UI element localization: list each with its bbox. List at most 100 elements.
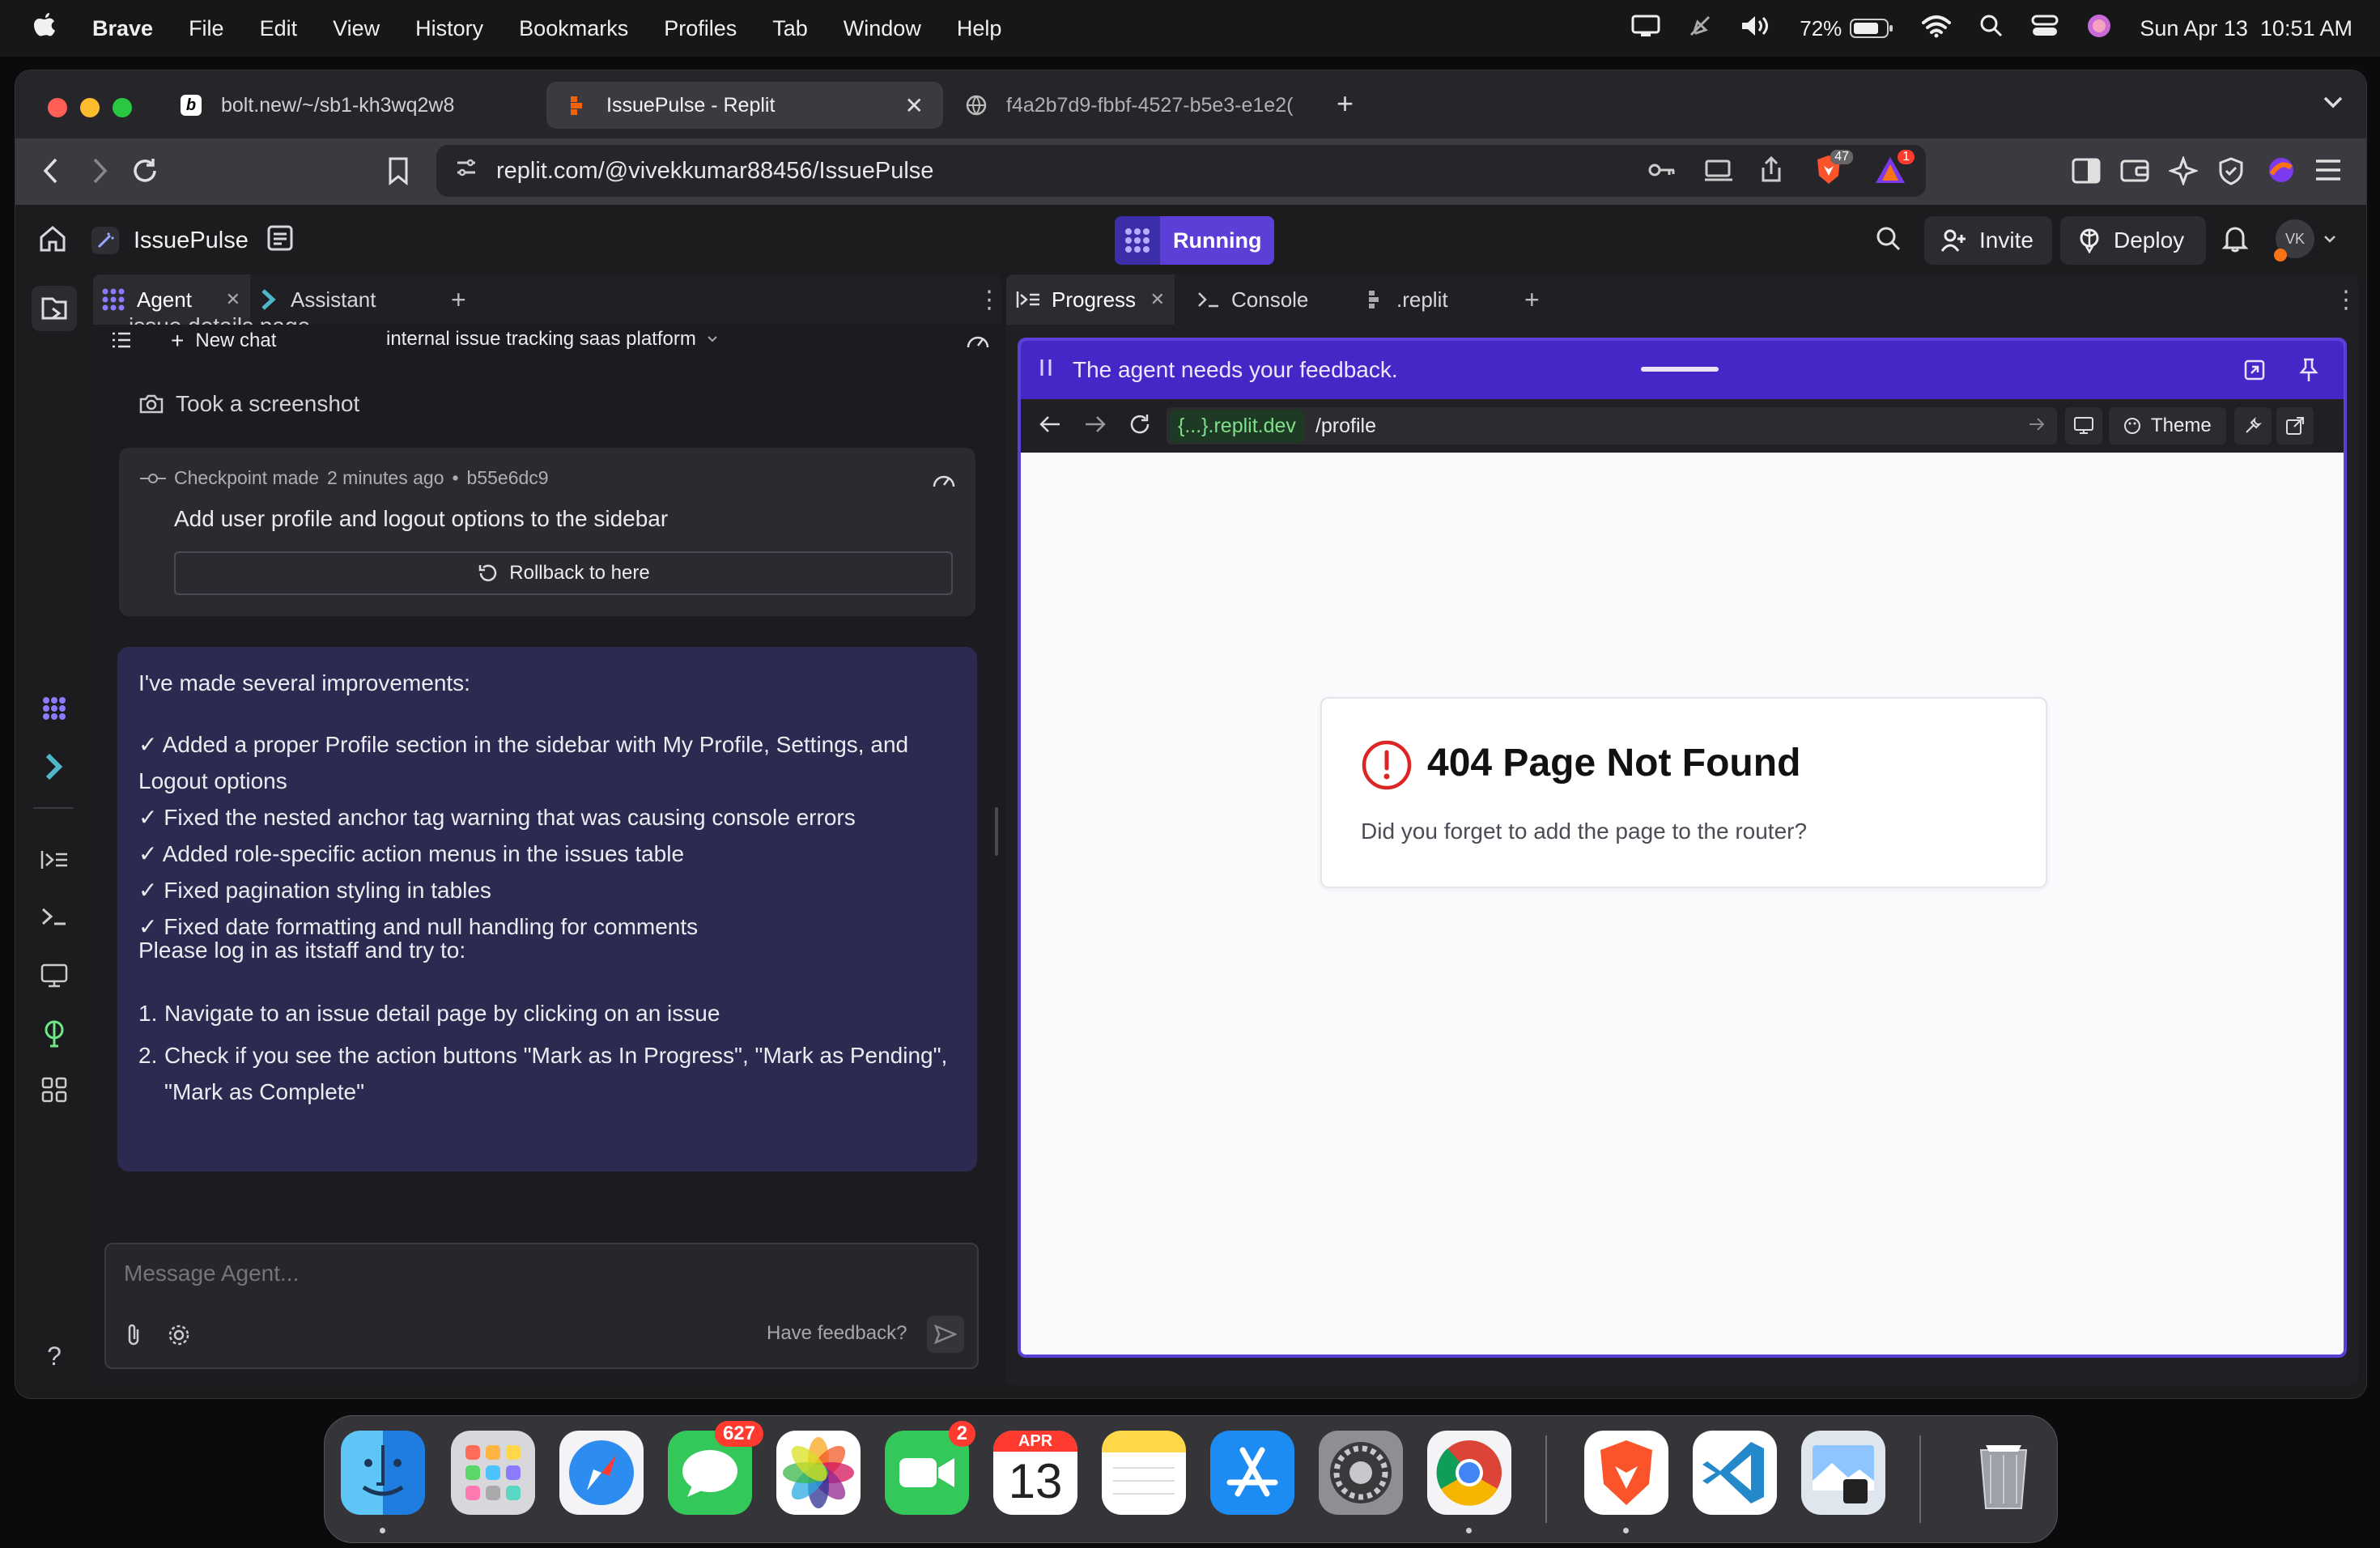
panel-menu-icon[interactable]: ⋮	[977, 274, 1001, 325]
device-preview-icon[interactable]	[2065, 407, 2102, 444]
tab-progress[interactable]: Progress ✕	[1006, 274, 1175, 325]
feedback-link[interactable]: Have feedback?	[767, 1322, 907, 1345]
help-icon[interactable]: ?	[40, 1342, 69, 1371]
close-window-button[interactable]	[48, 98, 67, 117]
speed-gauge-icon[interactable]	[966, 330, 990, 355]
new-tab-icon[interactable]: +	[1337, 89, 1354, 118]
console-tool-icon[interactable]	[40, 904, 69, 933]
forward-icon[interactable]	[87, 156, 111, 190]
notifications-bell-icon[interactable]	[2221, 224, 2249, 257]
menu-item-profiles[interactable]: Profiles	[664, 16, 737, 41]
webview-url-bar[interactable]: {...}.replit.dev /profile	[1167, 407, 2057, 444]
add-tab-icon[interactable]: +	[1524, 274, 1540, 325]
assistant-tool-icon[interactable]	[40, 752, 69, 781]
close-tab-icon[interactable]: ✕	[905, 92, 924, 119]
app-store-icon[interactable]	[1210, 1431, 1294, 1515]
progress-tool-icon[interactable]	[40, 848, 69, 877]
back-icon[interactable]	[40, 156, 64, 190]
menu-item-help[interactable]: Help	[957, 16, 1002, 41]
system-settings-icon[interactable]	[1319, 1431, 1403, 1515]
brave-rewards-icon[interactable]: 1	[1874, 150, 1915, 192]
deployments-tool-icon[interactable]	[40, 1019, 69, 1048]
tab-list-chevron-icon[interactable]	[2321, 90, 2345, 119]
expand-icon[interactable]	[2243, 359, 2266, 387]
menu-item-edit[interactable]: Edit	[260, 16, 298, 41]
invite-button[interactable]: Invite	[1924, 216, 2052, 265]
leo-ai-icon[interactable]	[2167, 155, 2199, 190]
close-tab-icon[interactable]: ✕	[1150, 289, 1165, 310]
battery-status[interactable]: 72%	[1800, 16, 1893, 41]
menu-item-brave[interactable]: Brave	[92, 16, 153, 41]
pin-icon[interactable]	[2298, 357, 2319, 389]
panel-resize-handle[interactable]	[995, 807, 998, 856]
menu-item-window[interactable]: Window	[844, 16, 921, 41]
volume-icon[interactable]	[1740, 14, 1772, 44]
home-icon[interactable]	[38, 224, 67, 257]
notes-icon[interactable]	[1102, 1431, 1186, 1515]
menu-item-history[interactable]: History	[415, 16, 483, 41]
safari-icon[interactable]	[559, 1431, 644, 1515]
theme-button[interactable]: Theme	[2109, 407, 2226, 444]
apple-menu-icon[interactable]	[32, 11, 57, 45]
profile-avatar-icon[interactable]	[2267, 156, 2295, 189]
chat-title-dropdown[interactable]: internal issue tracking saas platform	[386, 328, 719, 351]
panel-menu-icon[interactable]: ⋮	[2334, 274, 2358, 325]
facetime-icon[interactable]: 2	[885, 1421, 975, 1515]
control-center-icon[interactable]	[2031, 14, 2059, 44]
speed-gauge-icon[interactable]	[932, 469, 956, 494]
rollback-button[interactable]: Rollback to here	[174, 551, 953, 595]
tab-console[interactable]: Console	[1197, 274, 1308, 325]
forward-icon[interactable]	[1084, 415, 1107, 438]
menubar-datetime[interactable]: Sun Apr 13 10:51 AM	[2140, 16, 2352, 41]
password-key-icon[interactable]	[1647, 158, 1677, 189]
sidebar-toggle-icon[interactable]	[2072, 158, 2101, 189]
messages-icon[interactable]: 627	[668, 1421, 763, 1515]
deploy-button[interactable]: Deploy	[2060, 216, 2206, 265]
search-icon[interactable]	[1876, 226, 1902, 256]
menu-item-view[interactable]: View	[333, 16, 380, 41]
photos-icon[interactable]	[776, 1431, 861, 1515]
bookmark-icon[interactable]	[386, 156, 410, 190]
hamburger-menu-icon[interactable]	[2314, 158, 2342, 187]
menu-item-tab[interactable]: Tab	[772, 16, 808, 41]
chat-history-icon[interactable]	[111, 330, 132, 355]
new-chat-button[interactable]: + New chat	[171, 328, 276, 354]
brave-shields-icon[interactable]: 47	[1813, 150, 1853, 194]
preview-app-icon[interactable]	[1801, 1431, 1885, 1515]
preview-tool-icon[interactable]	[40, 963, 69, 992]
file-tree-toggle-icon[interactable]	[32, 286, 77, 331]
siri-icon[interactable]	[2086, 13, 2112, 45]
url-text[interactable]: replit.com/@vivekkumar88456/IssuePulse	[496, 158, 933, 185]
minimize-window-button[interactable]	[80, 98, 100, 117]
back-icon[interactable]	[1039, 415, 1061, 438]
devtools-wrench-icon[interactable]	[2233, 407, 2272, 444]
reload-icon[interactable]	[130, 156, 159, 190]
project-selector[interactable]: IssuePulse	[91, 216, 249, 265]
zoom-window-button[interactable]	[113, 98, 132, 117]
user-menu[interactable]: VK	[2274, 219, 2337, 262]
launchpad-icon[interactable]	[451, 1431, 535, 1515]
tab-replit-config[interactable]: .replit	[1366, 274, 1448, 325]
message-input[interactable]	[122, 1254, 935, 1293]
pause-icon[interactable]	[1039, 357, 1053, 384]
add-tab-icon[interactable]: +	[451, 274, 466, 325]
trash-icon[interactable]	[1961, 1431, 2046, 1515]
settings-gear-icon[interactable]	[168, 1324, 190, 1350]
browser-tab-uuid[interactable]: f4a2b7d9-fbbf-4527-b5e3-e1e2(	[946, 82, 1319, 129]
wallet-icon[interactable]	[2120, 158, 2149, 189]
all-tools-grid-icon[interactable]	[40, 1076, 69, 1105]
wifi-icon[interactable]	[1921, 14, 1952, 44]
run-status-button[interactable]: Running	[1115, 216, 1275, 265]
send-button[interactable]	[927, 1316, 964, 1353]
agent-tool-icon[interactable]	[40, 694, 69, 723]
site-settings-icon[interactable]	[454, 155, 478, 186]
address-bar[interactable]: replit.com/@vivekkumar88456/IssuePulse 4…	[436, 145, 1926, 197]
reload-icon[interactable]	[1128, 412, 1152, 440]
pen-off-icon[interactable]	[1688, 14, 1712, 44]
close-tab-icon[interactable]: ✕	[226, 289, 240, 310]
project-info-icon[interactable]	[266, 224, 294, 256]
menu-item-bookmarks[interactable]: Bookmarks	[519, 16, 628, 41]
brave-browser-icon[interactable]	[1584, 1431, 1668, 1515]
menu-item-file[interactable]: File	[189, 16, 224, 41]
spotlight-search-icon[interactable]	[1979, 14, 2004, 44]
